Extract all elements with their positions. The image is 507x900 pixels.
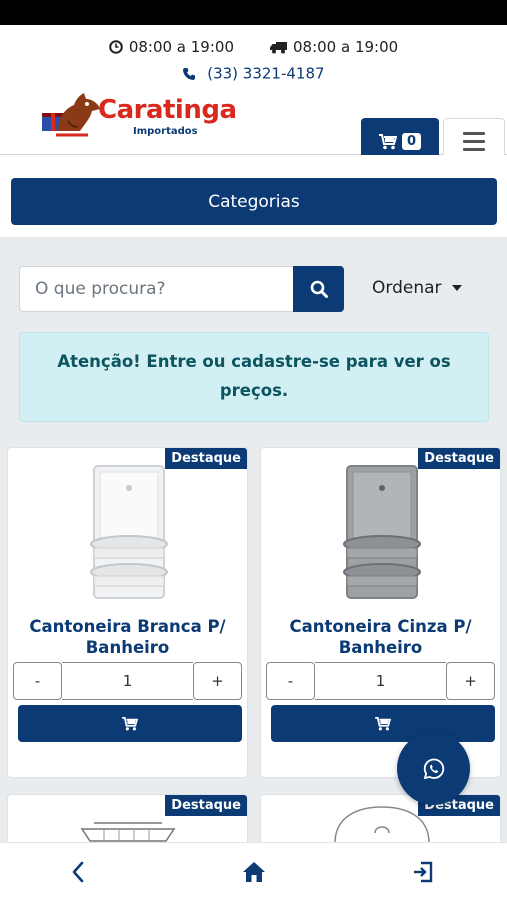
whatsapp-button[interactable] [397, 732, 470, 805]
search-button[interactable] [293, 266, 344, 312]
quantity-stepper: - 1 + [13, 662, 242, 700]
quantity-field[interactable]: 1 [62, 662, 193, 700]
sort-dropdown[interactable]: Ordenar [372, 278, 462, 298]
logo-mascot [42, 93, 100, 137]
product-image [334, 806, 430, 843]
logout-icon [414, 861, 433, 883]
home-icon [243, 862, 265, 882]
nav-logout[interactable] [408, 857, 438, 887]
logo[interactable]: Caratinga Importados [40, 91, 240, 145]
cart-icon [375, 716, 391, 730]
add-to-cart-button[interactable] [271, 705, 495, 742]
logo-subtitle: Importados [133, 126, 198, 137]
product-name[interactable]: Cantoneira Cinza P/ Banheiro [261, 616, 500, 658]
hours-row: 08:00 a 19:00 08:00 a 19:00 [0, 38, 507, 56]
cart-icon [378, 133, 397, 149]
product-card[interactable]: Destaque Cantoneira Branca P/ Banheiro -… [7, 447, 248, 778]
header: 08:00 a 19:00 08:00 a 19:00 (33) 3321-41… [0, 25, 507, 165]
categories-button[interactable]: Categorias [11, 178, 497, 225]
search-icon [310, 280, 328, 298]
login-alert: Atenção! Entre ou cadastre-se para ver o… [19, 332, 489, 422]
delivery-hours: 08:00 a 19:00 [270, 38, 398, 56]
back-icon [72, 861, 84, 883]
increase-button[interactable]: + [193, 662, 242, 700]
store-hours: 08:00 a 19:00 [109, 38, 234, 56]
quantity-field[interactable]: 1 [315, 662, 446, 700]
product-image [90, 465, 168, 599]
hamburger-icon [463, 132, 485, 135]
cart-count-badge: 0 [401, 133, 422, 150]
whatsapp-icon [423, 758, 444, 779]
add-to-cart-button[interactable] [18, 705, 242, 742]
logo-name: Caratinga [98, 95, 237, 125]
product-name[interactable]: Cantoneira Branca P/ Banheiro [8, 616, 247, 658]
increase-button[interactable]: + [446, 662, 495, 700]
categories-section: Categorias [0, 155, 507, 237]
truck-icon [270, 41, 287, 53]
decrease-button[interactable]: - [266, 662, 315, 700]
nav-home[interactable] [239, 857, 269, 887]
status-bar [0, 0, 507, 25]
chevron-down-icon [451, 285, 462, 291]
cart-icon [122, 716, 138, 730]
product-card[interactable]: Destaque Cantoneira Cinza P/ Banheiro - … [260, 447, 501, 778]
decrease-button[interactable]: - [13, 662, 62, 700]
product-image [343, 465, 421, 599]
phone-icon [183, 67, 196, 80]
quantity-stepper: - 1 + [266, 662, 495, 700]
clock-icon [109, 40, 123, 54]
bottom-nav [0, 842, 507, 900]
search-input[interactable]: O que procura? [19, 266, 294, 312]
phone-link[interactable]: (33) 3321-4187 [0, 64, 507, 83]
nav-back[interactable] [63, 857, 93, 887]
